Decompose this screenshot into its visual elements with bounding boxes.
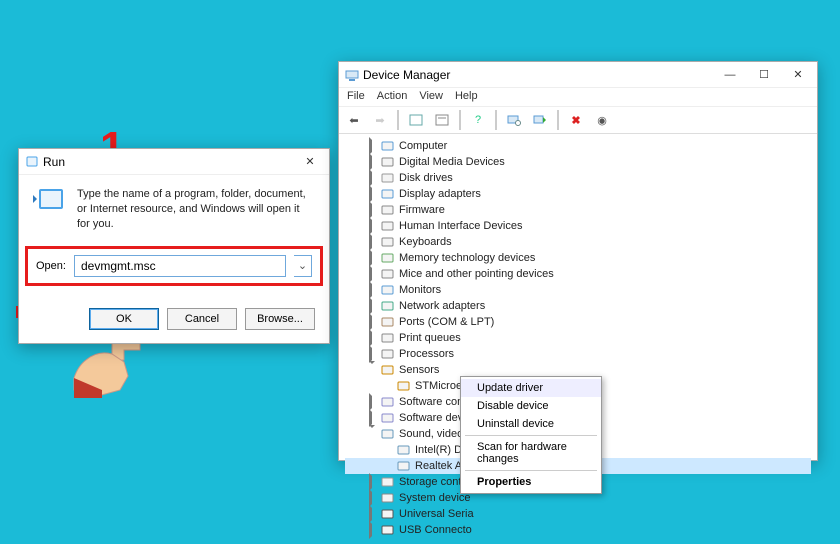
tree-node[interactable]: Display adapters (345, 186, 811, 202)
usb-icon (381, 524, 395, 536)
ctx-update-driver[interactable]: Update driver (461, 379, 601, 397)
net-icon (381, 300, 395, 312)
tree-node-label: Ports (COM & LPT) (399, 316, 494, 328)
mouse-icon (381, 268, 395, 280)
add-legacy-icon[interactable] (529, 110, 551, 130)
snd-icon (397, 460, 411, 472)
ok-button[interactable]: OK (89, 308, 159, 330)
uninstall-icon[interactable]: ✖ (565, 110, 587, 130)
tree-node[interactable]: Digital Media Devices (345, 154, 811, 170)
ctx-disable-device[interactable]: Disable device (461, 397, 601, 415)
kbd-icon (381, 236, 395, 248)
sw-icon (381, 396, 395, 408)
open-field-highlight: Open: ⌄ (25, 246, 323, 286)
ctx-uninstall-device[interactable]: Uninstall device (461, 415, 601, 433)
mem-icon (381, 252, 395, 264)
help-icon[interactable]: ? (467, 110, 489, 130)
menu-action[interactable]: Action (377, 90, 408, 102)
tree-node[interactable]: Monitors (345, 282, 811, 298)
tree-node[interactable]: Network adapters (345, 298, 811, 314)
menu-view[interactable]: View (419, 90, 443, 102)
usb-icon (381, 508, 395, 520)
tree-node-label: Disk drives (399, 172, 453, 184)
run-titlebar[interactable]: Run ✕ (19, 149, 329, 175)
dm-menubar: File Action View Help (339, 88, 817, 107)
open-label: Open: (36, 260, 66, 272)
forward-icon[interactable]: ➡ (369, 110, 391, 130)
tree-node[interactable]: Print queues (345, 330, 811, 346)
cancel-button[interactable]: Cancel (167, 308, 237, 330)
browse-button[interactable]: Browse... (245, 308, 315, 330)
open-dropdown-icon[interactable]: ⌄ (294, 255, 312, 277)
close-icon[interactable]: ✕ (781, 64, 815, 86)
snd-icon (397, 444, 411, 456)
tree-node[interactable]: Disk drives (345, 170, 811, 186)
cpu-icon (381, 348, 395, 360)
tree-node-label: Keyboards (399, 236, 452, 248)
hid-icon (381, 220, 395, 232)
ctx-properties[interactable]: Properties (461, 473, 601, 491)
tree-node-label: Firmware (399, 204, 445, 216)
tree-node[interactable]: Memory technology devices (345, 250, 811, 266)
tree-node-label: Human Interface Devices (399, 220, 523, 232)
tree-node[interactable]: Computer (345, 138, 811, 154)
maximize-icon[interactable]: ☐ (747, 64, 781, 86)
tree-node-label: Monitors (399, 284, 441, 296)
tree-node-label: Sensors (399, 364, 439, 376)
minimize-icon[interactable]: — (713, 64, 747, 86)
menu-file[interactable]: File (347, 90, 365, 102)
dm-toolbar: ⬅ ➡ ? ✖ ◉ (339, 107, 817, 134)
properties-icon[interactable] (431, 110, 453, 130)
tree-node-label: Digital Media Devices (399, 156, 505, 168)
pc-icon (381, 140, 395, 152)
tree-node-label: Print queues (399, 332, 461, 344)
sensor-icon (397, 380, 411, 392)
tree-node[interactable]: Mice and other pointing devices (345, 266, 811, 282)
tree-node-label: Display adapters (399, 188, 481, 200)
run-dialog: Run ✕ Type the name of a program, folder… (18, 148, 330, 344)
dm-app-icon (345, 69, 359, 81)
mon-icon (381, 284, 395, 296)
scan-icon[interactable] (503, 110, 525, 130)
sensor-icon (381, 364, 395, 376)
tree-node[interactable]: Keyboards (345, 234, 811, 250)
display-icon (381, 188, 395, 200)
back-icon[interactable]: ⬅ (343, 110, 365, 130)
print-icon (381, 332, 395, 344)
sys-icon (381, 492, 395, 504)
run-app-icon (25, 156, 39, 168)
dm-titlebar[interactable]: Device Manager — ☐ ✕ (339, 62, 817, 88)
update-icon[interactable]: ◉ (591, 110, 613, 130)
close-icon[interactable]: ✕ (293, 151, 327, 173)
context-menu: Update driverDisable deviceUninstall dev… (460, 376, 602, 494)
tree-node-label: Memory technology devices (399, 252, 535, 264)
tree-node-label: USB Connecto (399, 524, 472, 536)
show-hidden-icon[interactable] (405, 110, 427, 130)
disk-icon (381, 172, 395, 184)
media-icon (381, 156, 395, 168)
tree-node[interactable]: Ports (COM & LPT) (345, 314, 811, 330)
tree-node[interactable]: Firmware (345, 202, 811, 218)
dm-title: Device Manager (363, 68, 450, 82)
chip-icon (381, 204, 395, 216)
tree-node-label: Mice and other pointing devices (399, 268, 554, 280)
ctx-scan-for-hardware-changes[interactable]: Scan for hardware changes (461, 438, 601, 468)
tree-node-label: Network adapters (399, 300, 485, 312)
run-title: Run (43, 155, 65, 169)
run-instruction-text: Type the name of a program, folder, docu… (77, 187, 315, 232)
tree-node[interactable]: Universal Seria (345, 506, 811, 522)
tree-node-label: Computer (399, 140, 447, 152)
tree-node-label: Processors (399, 348, 454, 360)
tree-node[interactable]: USB Connecto (345, 522, 811, 538)
tree-node-label: Universal Seria (399, 508, 474, 520)
snd-icon (381, 428, 395, 440)
port-icon (381, 316, 395, 328)
sw-icon (381, 412, 395, 424)
tree-node[interactable]: Human Interface Devices (345, 218, 811, 234)
run-program-icon (33, 187, 65, 211)
tree-node[interactable]: Processors (345, 346, 811, 362)
stor-icon (381, 476, 395, 488)
menu-help[interactable]: Help (455, 90, 478, 102)
open-input[interactable] (74, 255, 286, 277)
